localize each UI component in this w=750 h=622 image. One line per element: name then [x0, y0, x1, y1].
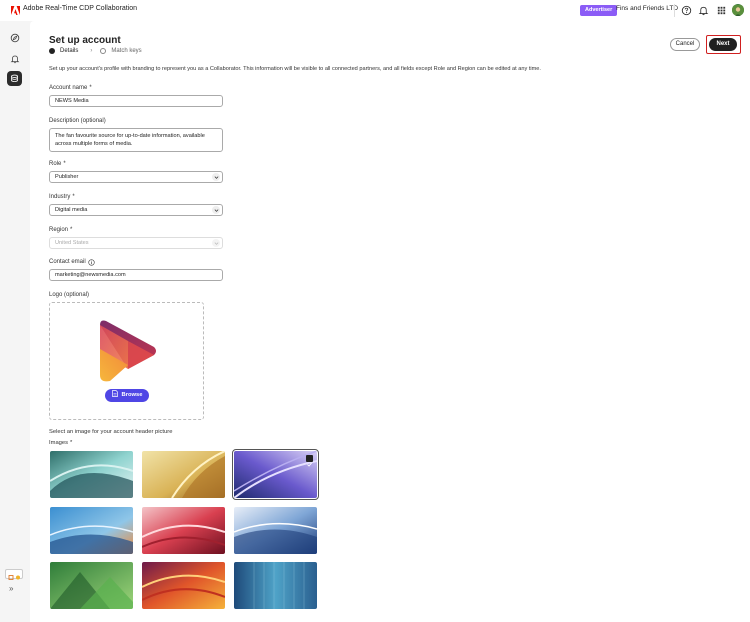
help-icon[interactable] [681, 5, 692, 16]
region-label: Region * [49, 227, 73, 233]
header-image-option[interactable] [234, 562, 317, 609]
header-image-option[interactable] [142, 562, 225, 609]
header-image-option[interactable] [142, 451, 225, 498]
role-label: Role * [49, 161, 66, 167]
main-panel: Set up account Details › Match keys Canc… [30, 21, 750, 622]
rail-item-data[interactable] [7, 71, 22, 86]
header-image-caption: Select an image for your account header … [49, 429, 173, 435]
rail-item-notifications[interactable] [7, 51, 22, 66]
contact-email-label: Contact email [49, 259, 86, 265]
chevron-right-icon: › [90, 48, 93, 54]
file-icon [111, 390, 118, 397]
adobe-logo-icon [11, 6, 20, 15]
database-icon [11, 74, 18, 83]
chevron-down-icon [212, 173, 220, 181]
header-image-option[interactable] [50, 451, 133, 498]
rail-status-badge[interactable] [5, 569, 23, 580]
bell-icon [10, 55, 19, 63]
description-line-1: The fan favourite source for up-to-date … [55, 133, 205, 139]
status-icon [8, 575, 20, 580]
chevron-down-icon [212, 206, 220, 214]
browse-label: Browse [121, 392, 143, 398]
description-label: Description (optional) [49, 118, 106, 124]
industry-label: Industry * [49, 194, 75, 200]
next-button[interactable]: Next [709, 38, 737, 51]
step-details[interactable]: Details [60, 48, 78, 54]
step-match-keys[interactable]: Match keys [111, 48, 141, 54]
header-image-option[interactable] [142, 507, 225, 554]
next-button-highlight: Next [706, 35, 741, 54]
logo-dropzone[interactable]: Browse [49, 302, 204, 420]
account-name-label: Account name * [49, 85, 92, 91]
chevron-down-icon [212, 239, 220, 247]
account-name-input[interactable]: NEWS Media [49, 95, 223, 107]
rail-item-explore[interactable] [7, 30, 22, 45]
logo-label: Logo (optional) [49, 292, 90, 298]
description-textarea[interactable]: The fan favourite source for up-to-date … [49, 128, 223, 152]
step-upcoming-icon [100, 48, 107, 54]
region-select: United States [49, 237, 223, 249]
step-current-icon [49, 48, 55, 54]
org-name[interactable]: Fins and Friends LTD [616, 5, 678, 12]
info-icon[interactable] [88, 259, 95, 266]
industry-select[interactable]: Digital media [49, 204, 223, 216]
header-image-option[interactable] [234, 507, 317, 554]
region-value: United States [55, 240, 89, 246]
images-label: Images * [49, 440, 73, 446]
description-line-2: across multiple forms of media. [55, 141, 133, 147]
checkmark-icon [306, 455, 313, 467]
role-select[interactable]: Publisher [49, 171, 223, 183]
avatar[interactable] [732, 4, 744, 16]
role-value: Publisher [55, 174, 79, 180]
cancel-button[interactable]: Cancel [670, 38, 700, 51]
header-image-thumbnail [232, 449, 319, 500]
role-badge[interactable]: Advertiser [580, 5, 618, 16]
header-image-option[interactable] [50, 562, 133, 609]
left-rail: » [0, 21, 29, 622]
stepper: Details › Match keys [49, 48, 142, 54]
intro-text: Set up your account's profile with brand… [49, 66, 541, 72]
header-image-option[interactable] [50, 507, 133, 554]
rail-expand-icon[interactable]: » [9, 584, 13, 593]
compass-icon [10, 33, 19, 42]
bell-icon[interactable] [698, 5, 709, 16]
logo-image [100, 320, 156, 382]
top-divider [674, 4, 675, 17]
apps-grid-icon[interactable] [716, 5, 727, 16]
browse-button[interactable]: Browse [105, 389, 149, 402]
top-bar: Adobe Real-Time CDP Collaboration Advert… [0, 0, 750, 21]
industry-value: Digital media [55, 207, 88, 213]
header-image-option-selected[interactable] [232, 449, 319, 500]
page-title: Set up account [49, 35, 121, 46]
app-title: Adobe Real-Time CDP Collaboration [23, 5, 137, 12]
contact-email-input[interactable]: marketing@newsmedia.com [49, 269, 223, 281]
